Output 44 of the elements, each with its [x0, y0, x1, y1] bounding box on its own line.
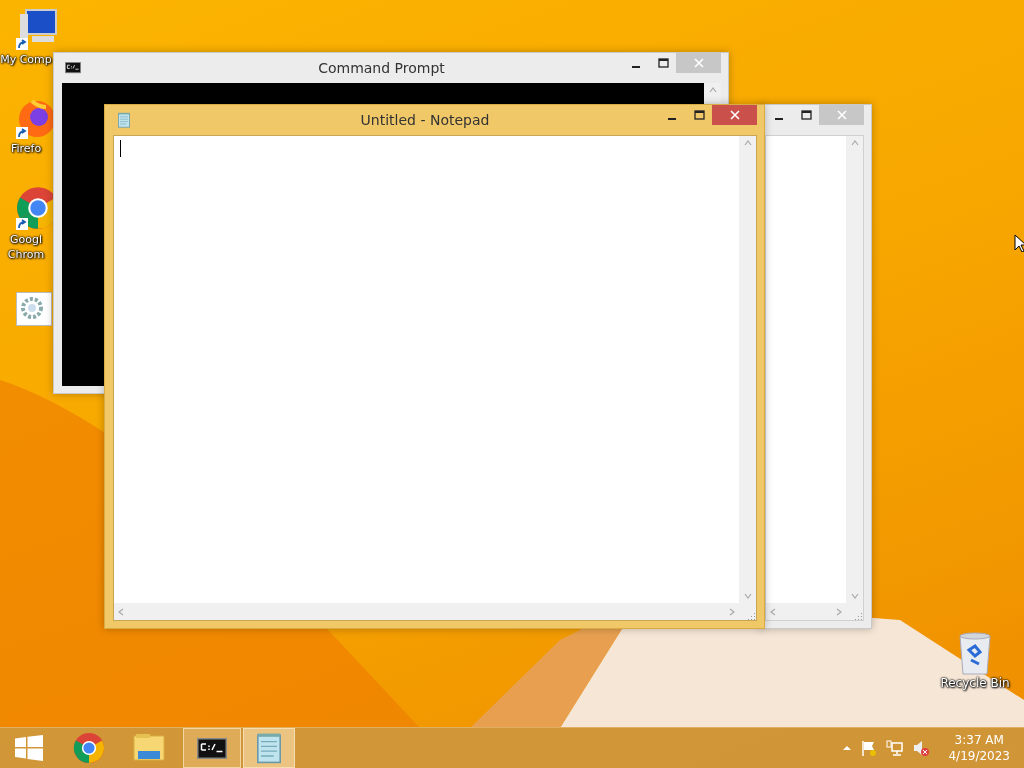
text-area[interactable]	[114, 136, 739, 603]
maximize-icon	[657, 58, 669, 68]
maximize-icon	[800, 110, 812, 120]
shortcut-arrow-icon	[16, 127, 28, 139]
vertical-scrollbar[interactable]	[739, 136, 756, 603]
close-icon	[729, 110, 740, 120]
text-cursor	[120, 140, 121, 157]
mouse-pointer-icon	[1014, 234, 1024, 252]
shortcut-arrow-icon	[16, 38, 28, 50]
minimize-icon	[775, 117, 783, 120]
clock-time: 3:37 AM	[954, 732, 1004, 748]
vertical-scrollbar[interactable]	[846, 136, 863, 603]
desktop-icon-label[interactable]: Firefo	[0, 141, 52, 156]
show-hidden-icons-icon	[842, 745, 853, 751]
minimize-icon	[632, 65, 640, 68]
windows-logo-icon	[15, 735, 43, 761]
window-title: Command Prompt	[317, 60, 446, 76]
console-icon	[65, 62, 81, 74]
chrome-icon	[73, 732, 105, 764]
maximize-icon	[693, 110, 705, 120]
horizontal-scrollbar[interactable]	[114, 603, 739, 620]
size-grip-icon	[748, 612, 756, 620]
console-icon	[197, 737, 227, 759]
recycle-bin-icon	[957, 632, 993, 676]
text-area[interactable]	[766, 136, 846, 603]
vertical-scrollbar[interactable]	[704, 83, 721, 102]
gears-icon	[16, 292, 52, 326]
horizontal-scrollbar[interactable]	[766, 603, 846, 620]
close-icon	[693, 58, 704, 68]
close-icon	[836, 110, 847, 120]
window-title: Untitled - Notepad	[359, 112, 491, 128]
clock[interactable]: 3:37 AM 4/19/2023	[948, 732, 1010, 764]
size-grip-icon	[855, 612, 863, 620]
clock-date: 4/19/2023	[948, 748, 1010, 764]
speaker-muted-icon	[912, 739, 931, 757]
network-icon	[886, 739, 905, 757]
notepad-icon	[116, 112, 132, 128]
shortcut-arrow-icon	[16, 218, 28, 230]
flag-icon	[860, 739, 879, 757]
desktop-icon-label[interactable]: My Comp	[0, 52, 52, 67]
minimize-icon	[668, 117, 676, 120]
folder-icon	[133, 733, 165, 763]
desktop-icon-label[interactable]: Googl Chrom	[0, 232, 52, 262]
taskbar-button[interactable]	[183, 728, 241, 768]
